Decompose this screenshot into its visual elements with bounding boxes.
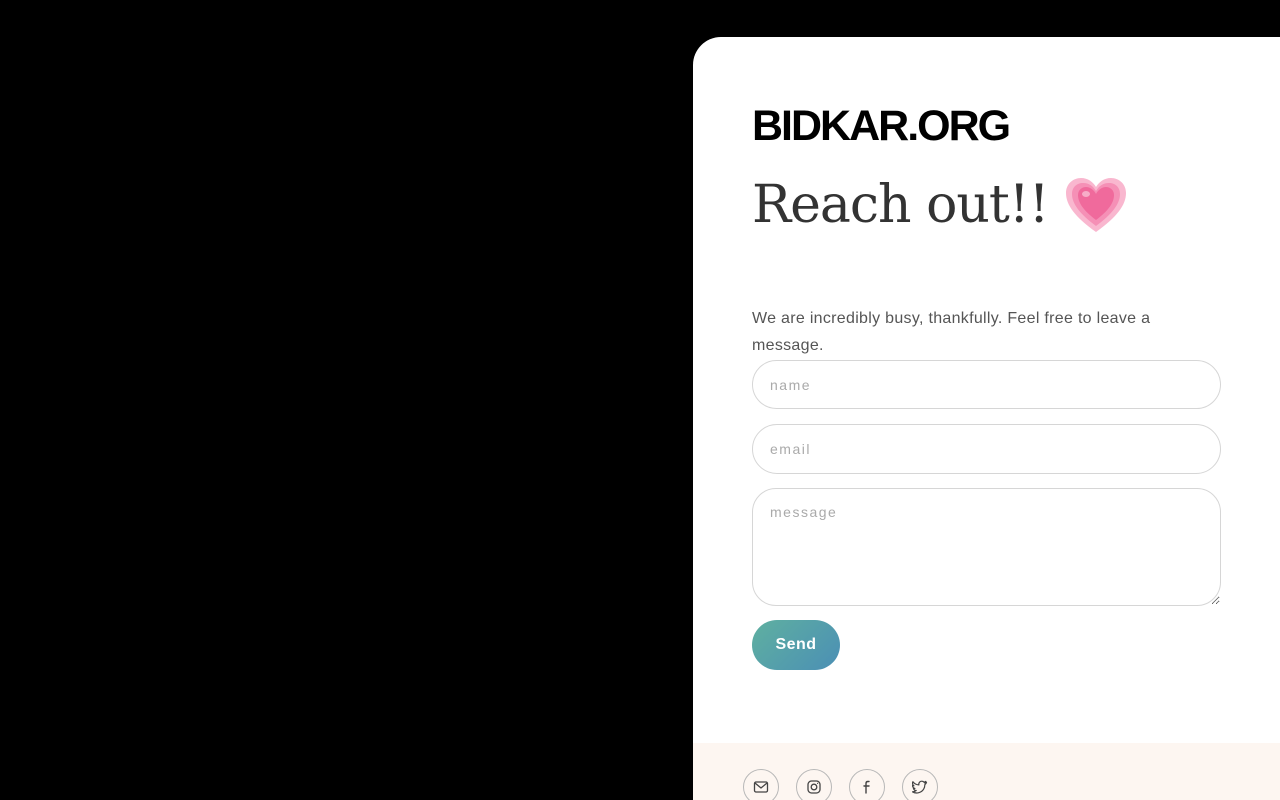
mail-link[interactable] — [743, 769, 779, 800]
email-field[interactable] — [752, 424, 1221, 474]
contact-panel: BIDKAR.ORG Reach out!! We are incredibly… — [693, 37, 1280, 800]
page-background: BIDKAR.ORG Reach out!! We are incredibly… — [0, 0, 1280, 800]
intro-text: We are incredibly busy, thankfully. Feel… — [752, 310, 1151, 354]
mail-icon — [753, 781, 769, 793]
social-links — [743, 769, 938, 800]
site-logo[interactable]: BIDKAR.ORG — [752, 101, 1011, 151]
footer — [693, 743, 1280, 800]
instagram-icon — [807, 780, 821, 794]
instagram-link[interactable] — [796, 769, 832, 800]
page-title: Reach out!! — [752, 173, 1129, 237]
send-button[interactable]: Send — [752, 620, 840, 670]
message-field[interactable] — [752, 488, 1221, 606]
page-title-text: Reach out!! — [752, 175, 1050, 235]
twitter-link[interactable] — [902, 769, 938, 800]
facebook-icon — [863, 780, 870, 794]
facebook-link[interactable] — [849, 769, 885, 800]
growing-heart-icon — [1065, 178, 1126, 232]
name-field[interactable] — [752, 360, 1221, 409]
twitter-icon — [912, 780, 928, 794]
